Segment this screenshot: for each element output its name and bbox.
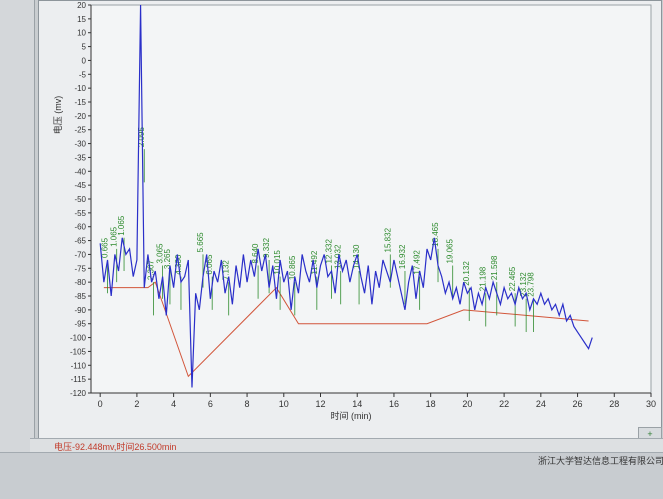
peak-label: 19.065 [446,238,455,263]
peak-label: 20.132 [462,261,471,286]
peak-label: 9.332 [262,237,271,258]
x-tick-label: 4 [171,399,176,409]
y-tick-label: -60 [74,223,86,232]
y-tick-label: 0 [82,56,87,65]
app-window: 20 15 10 5 0 -5 -10 -15 -20 -25 -30 -35 -40 -45 -50 -55… [0,0,663,499]
y-tick-label: -45 [74,181,86,190]
peak-label: 5.665 [196,232,205,253]
y-tick-label: -70 [74,250,86,259]
x-tick-label: 2 [134,399,139,409]
peak-label: 1.065 [117,215,126,236]
x-tick-label: 8 [245,399,250,409]
x-tick-label: 18 [426,399,436,409]
y-tick-label: -105 [70,347,87,356]
peak-label: 10.865 [288,255,297,280]
y-tick-label: -90 [74,306,86,315]
y-tick-label: -75 [74,264,86,273]
y-tick-label: 5 [82,43,87,52]
plot-area [90,4,652,394]
x-tick-label: 20 [462,399,472,409]
y-tick-label: 15 [77,15,86,24]
y-tick-label: -10 [74,84,86,93]
company-name: 浙江大学智达信息工程有限公司 [538,456,663,466]
y-tick-label: -85 [74,292,86,301]
x-tick-label: 30 [646,399,656,409]
chromatogram-chart[interactable]: 20151050-5-10-15-20-25-30-35-40-45-50-55… [39,1,661,441]
y-tick-label: 10 [77,29,86,38]
x-tick-label: 28 [609,399,619,409]
y-tick-label: -55 [74,209,86,218]
y-tick-label: -25 [74,126,86,135]
y-tick-label: -65 [74,237,86,246]
y-tick-label: -5 [79,70,87,79]
y-tick-label: -80 [74,278,86,287]
x-tick-label: 0 [98,399,103,409]
peak-label: 21.598 [490,255,499,280]
y-tick-label: -35 [74,153,86,162]
peak-label: 21.198 [479,266,488,291]
x-tick-label: 16 [389,399,399,409]
y-tick-label: -15 [74,98,86,107]
peak-label: 17.492 [413,250,422,275]
x-tick-label: 12 [316,399,326,409]
x-tick-label: 10 [279,399,289,409]
peak-label: 22.465 [508,266,517,291]
x-tick-label: 6 [208,399,213,409]
y-tick-label: -40 [74,167,86,176]
y-tick-label: -115 [71,375,87,384]
peak-label: 16.932 [398,244,407,269]
y-tick-label: -20 [74,112,86,121]
y-tick-label: -30 [74,140,86,149]
y-tick-label: -50 [74,195,86,204]
peak-label: 23.798 [526,272,535,297]
x-tick-label: 24 [536,399,546,409]
peak-label: 12.332 [325,238,334,263]
peak-label: 15.832 [383,227,392,252]
y-tick-label: 20 [77,1,86,10]
x-tick-label: 26 [573,399,583,409]
chart-frame: 20 15 10 5 0 -5 -10 -15 -20 -25 -30 -35 -40 -45 -50 -55… [38,0,662,442]
y-tick-label: -95 [74,320,86,329]
y-tick-label: -100 [70,334,87,343]
y-axis-label: 电压 (mv) [52,96,63,135]
y-tick-label: -120 [70,389,87,398]
y-tick-label: -110 [71,361,87,370]
x-axis-label: 时间 (min) [331,410,372,421]
left-panel [0,0,35,498]
x-tick-label: 14 [352,399,362,409]
x-tick-label: 22 [499,399,509,409]
